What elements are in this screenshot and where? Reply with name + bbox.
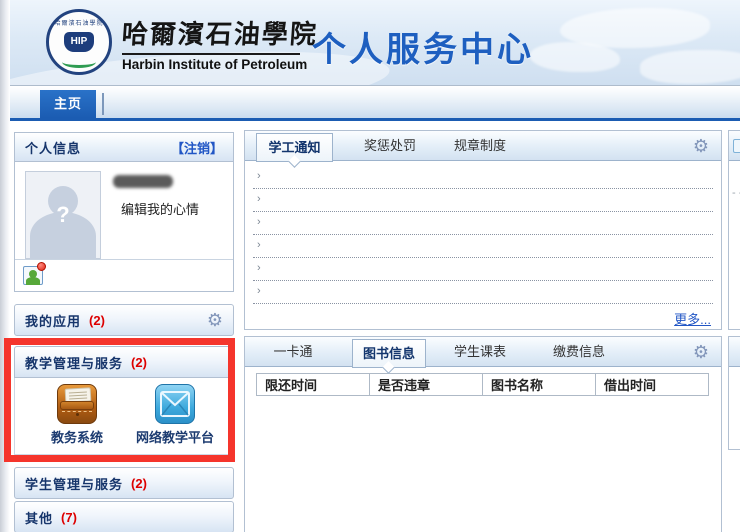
gear-icon[interactable]: ⚙ [693,137,709,155]
tab-onecard[interactable]: 一卡通 [245,337,341,367]
cutoff-tabstrip [729,337,740,367]
avatar[interactable]: ? [25,171,101,259]
notice-tabstrip: 学工通知 奖惩处罚 规章制度 ⚙ [245,131,721,161]
university-name-block: 哈爾濱石油學院 Harbin Institute of Petroleum [122,14,302,72]
app-jiaowu-system[interactable]: 教务系统 [29,384,125,446]
university-logo: 哈爾濱石油學院 HIP [46,9,112,75]
briefcase-flap [60,401,94,410]
section-student[interactable]: 学生管理与服务 (2) [14,467,234,499]
section-label: 教学管理与服务 [25,353,123,372]
divider [15,259,233,260]
user-name-redacted [113,175,173,188]
app-label: 教务系统 [29,427,125,446]
gear-icon[interactable]: ⚙ [693,343,709,361]
section-count: (2) [131,355,147,370]
col-violation: 是否违章 [370,374,483,396]
logout-link[interactable]: 【注销】 [171,138,223,157]
section-count: (2) [89,313,105,328]
cutoff-panel-top: - - [728,130,740,330]
table-header-row: 限还时间 是否违章 图书名称 借出时间 [257,374,709,396]
personal-info-title: 个人信息 [25,138,81,157]
cutoff-icon [733,139,740,153]
section-label: 我的应用 [25,311,81,330]
portal-title: 个人服务中心 [312,22,534,71]
info-tabstrip: 一卡通 图书信息 学生课表 缴费信息 ⚙ [245,337,721,367]
bullet-icon: › [253,239,261,251]
university-name-rule [122,53,300,55]
teaching-apps-body: 教务系统 网络教学平台 [14,378,234,455]
app-label: 网络教学平台 [127,427,223,446]
logo-abbr: HIP [64,32,94,52]
edit-mood-link[interactable]: 编辑我的心情 [121,199,199,218]
col-borrow-time: 借出时间 [596,374,709,396]
notification-dot [37,262,46,271]
bullet-icon: › [253,170,261,182]
col-due-time: 限还时间 [257,374,370,396]
site-header: 哈爾濱石油學院 HIP 哈爾濱石油學院 Harbin Institute of … [10,0,740,86]
page: 哈爾濱石油學院 HIP 哈爾濱石油學院 Harbin Institute of … [0,0,740,532]
contact-card-icon[interactable] [23,266,43,285]
personal-info-panel: 个人信息 【注销】 ? 编辑我的心情 [14,132,234,292]
more-link[interactable]: 更多... [674,309,711,328]
cutoff-dashes: - - [732,187,740,199]
library-table: 限还时间 是否违章 图书名称 借出时间 [256,373,709,396]
tab-rewards-punishments[interactable]: 奖惩处罚 [345,131,435,161]
section-other[interactable]: 其他 (7) [14,501,234,532]
page-edge [0,0,10,532]
notice-item[interactable]: › [253,235,713,258]
personal-info-header: 个人信息 【注销】 [15,133,233,162]
envelope-icon [155,384,195,424]
bullet-icon: › [253,262,261,274]
top-navbar: 主页 [10,87,740,121]
tab-class-schedule[interactable]: 学生课表 [426,337,534,367]
section-count: (7) [61,510,77,525]
section-my-apps[interactable]: 我的应用 (2) ⚙ [14,304,234,336]
app-online-teaching[interactable]: 网络教学平台 [127,384,223,446]
section-count: (2) [131,476,147,491]
logo-ring-text: 哈爾濱石油學院 [49,18,109,27]
cutoff-panel-bottom [728,336,740,450]
bullet-icon: › [253,285,261,297]
bullet-icon: › [253,216,261,228]
logo-leaf-arc [62,56,96,68]
tab-home[interactable]: 主页 [40,90,96,118]
university-name-cn: 哈爾濱石油學院 [121,14,304,51]
gear-icon[interactable]: ⚙ [207,311,223,329]
avatar-question-mark: ? [26,202,100,228]
section-label: 学生管理与服务 [25,474,123,493]
contact-icon-body [26,277,40,285]
info-panel: 一卡通 图书信息 学生课表 缴费信息 ⚙ 限还时间 是否违章 图书名称 借出时间 [244,336,722,532]
notice-item[interactable]: › [253,189,713,212]
nav-separator [102,93,104,115]
bullet-icon: › [253,193,261,205]
worldmap-decoration [640,50,740,84]
section-label: 其他 [25,508,53,527]
section-teaching[interactable]: 教学管理与服务 (2) [14,346,234,378]
notice-panel: 学工通知 奖惩处罚 规章制度 ⚙ › › › › › › 更多... [244,130,722,330]
notice-item[interactable]: › [253,258,713,281]
col-book-name: 图书名称 [483,374,596,396]
tab-rules[interactable]: 规章制度 [435,131,525,161]
notice-item[interactable]: › [253,281,713,304]
university-name-en: Harbin Institute of Petroleum [122,57,302,72]
briefcase-icon [57,384,97,424]
notice-item[interactable]: › [253,212,713,235]
notice-item[interactable]: › [253,166,713,189]
briefcase-button [76,413,79,416]
tab-payment-info[interactable]: 缴费信息 [534,337,624,367]
